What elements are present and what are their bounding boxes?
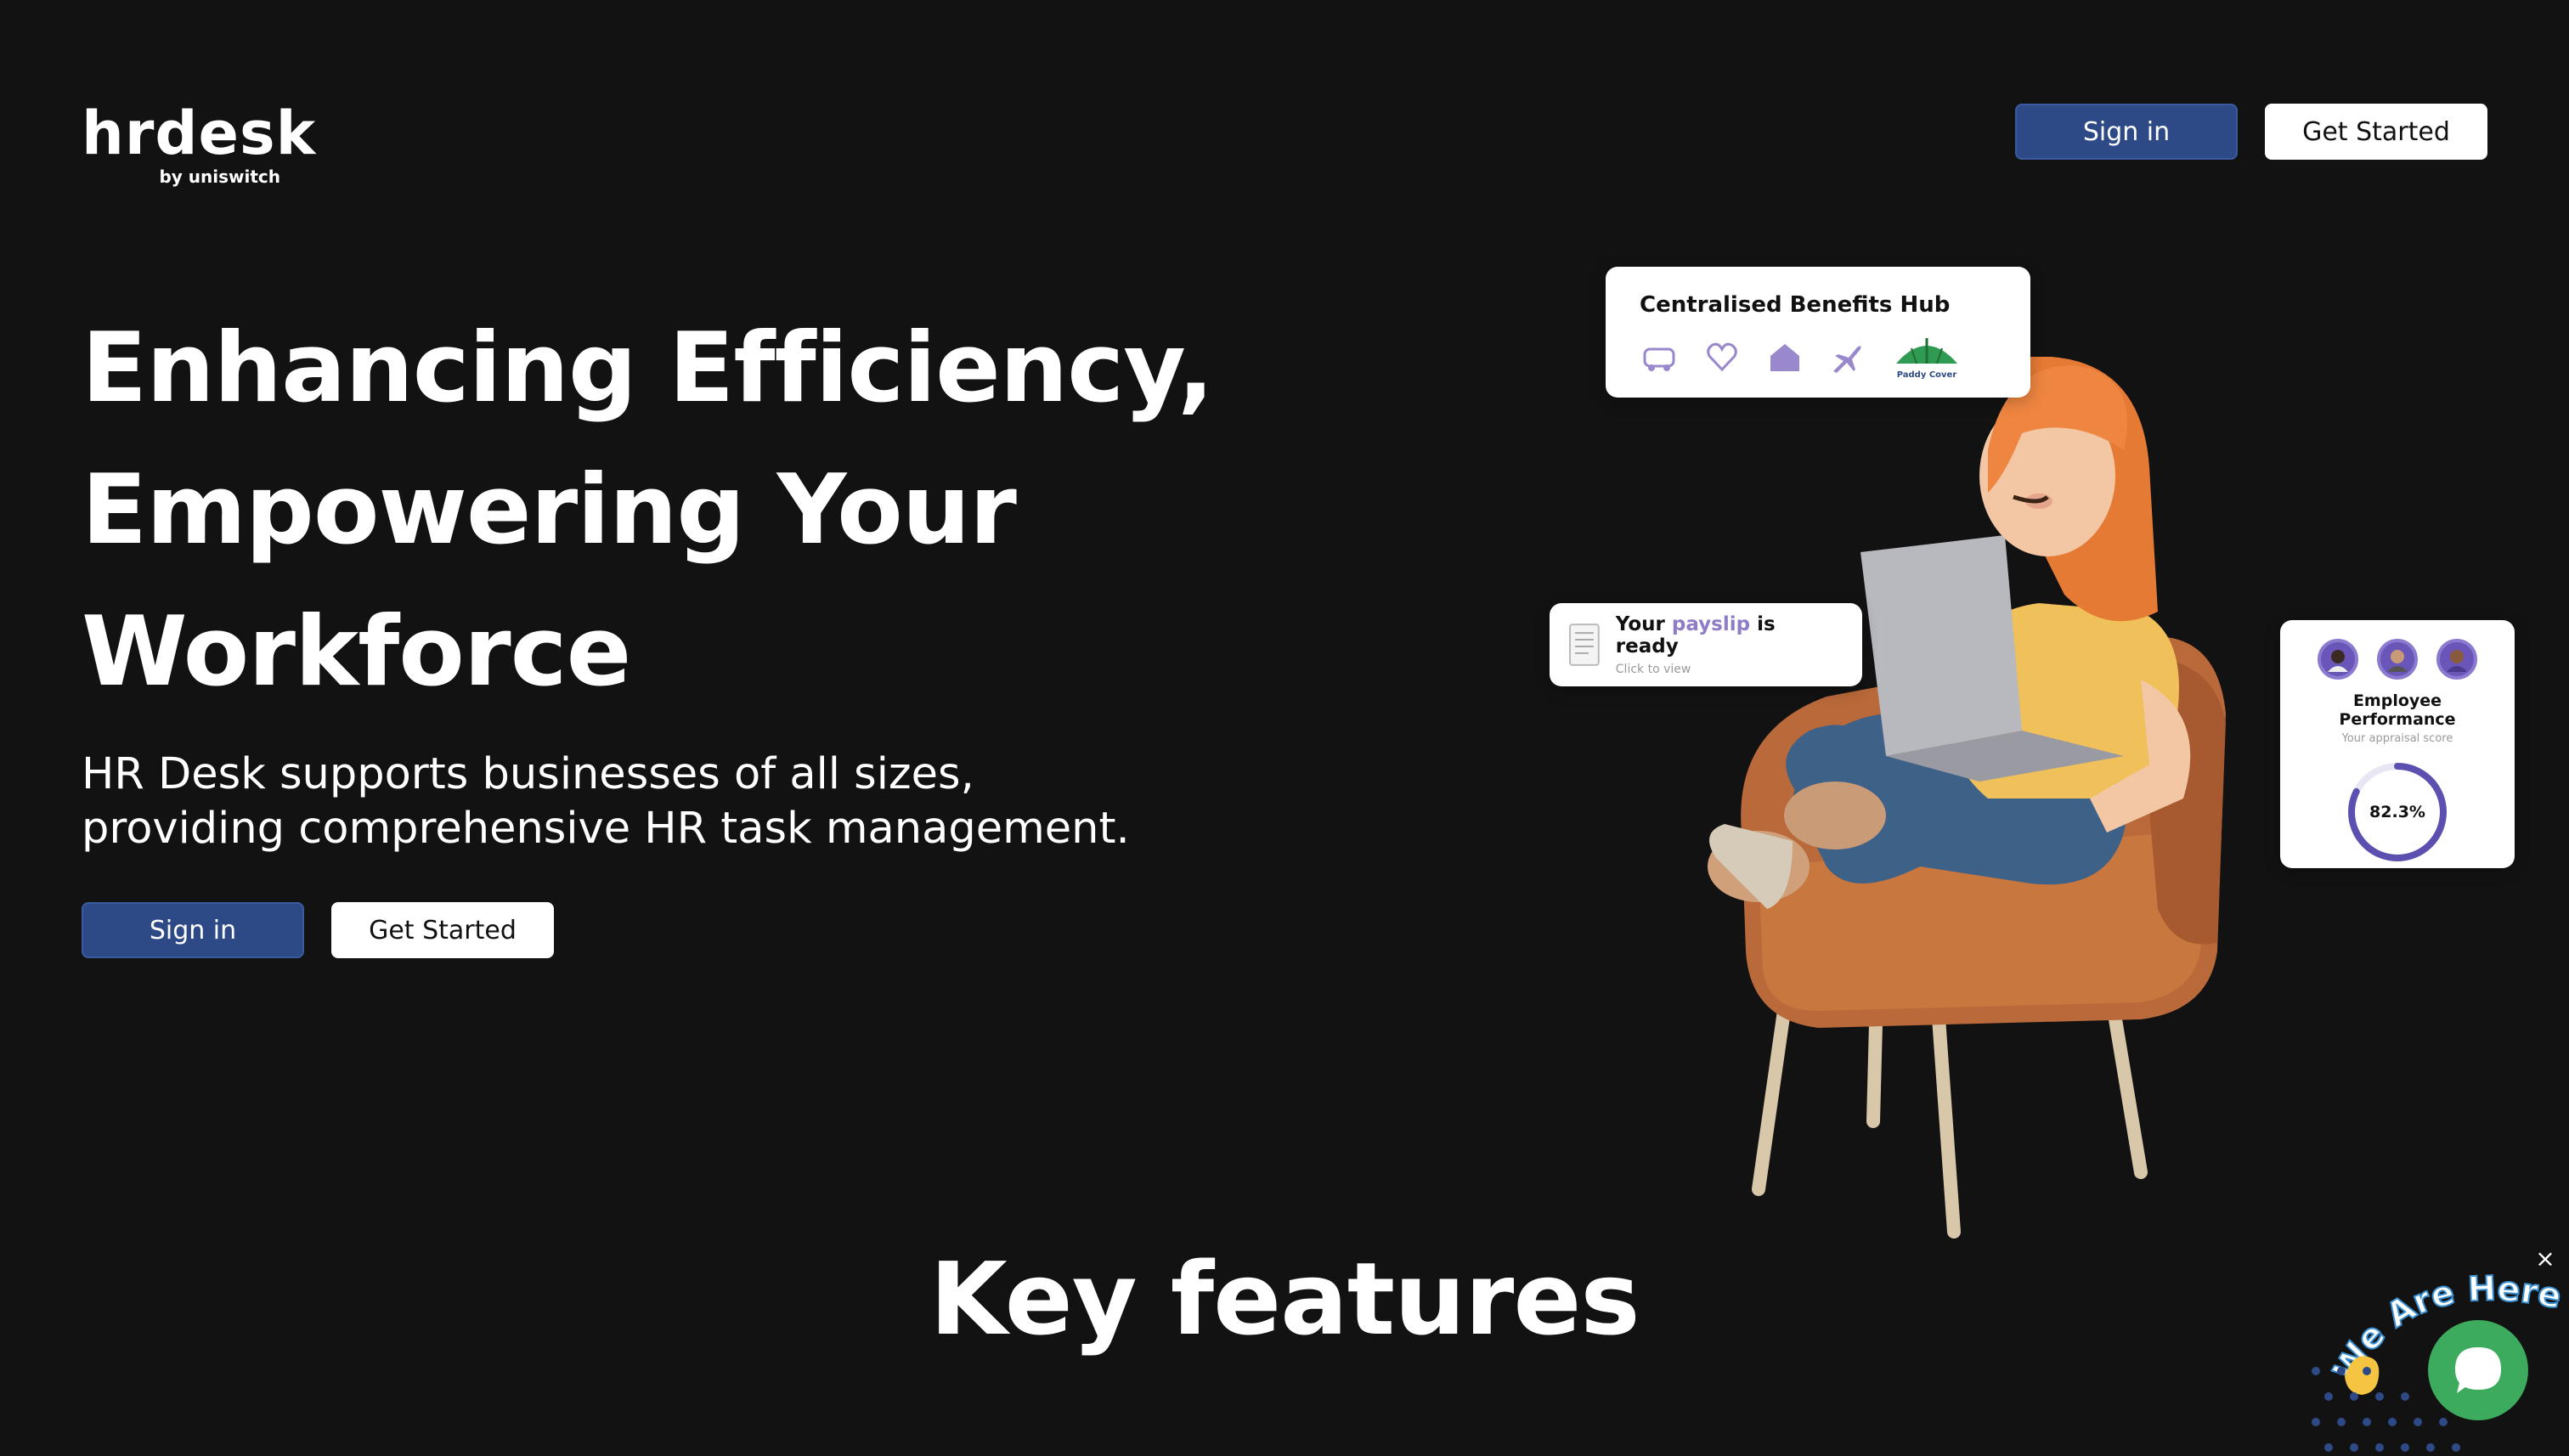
header-get-started-button[interactable]: Get Started — [2265, 104, 2487, 160]
appraisal-gauge: 82.3% — [2342, 757, 2453, 867]
car-icon — [1643, 347, 1675, 371]
document-icon — [1568, 624, 1600, 666]
hero-title-line: Workforce — [82, 595, 631, 708]
payslip-message: Your payslip is ready — [1616, 613, 1843, 657]
hero-subtitle: HR Desk supports businesses of all sizes… — [82, 749, 1130, 854]
benefits-hub-card[interactable]: Centralised Benefits Hub Paddy Cover — [1606, 267, 2030, 398]
benefits-icon-row: Paddy Cover — [1640, 333, 1996, 381]
avatar — [2318, 639, 2358, 680]
svg-text:Paddy Cover: Paddy Cover — [1897, 370, 1957, 380]
avatar — [2377, 639, 2418, 680]
appraisal-score: 82.3% — [2369, 803, 2425, 821]
hero-title-line: Enhancing Efficiency, — [82, 312, 1214, 424]
payslip-hint: Click to view — [1615, 663, 1691, 676]
payslip-prefix: Your — [1615, 613, 1665, 635]
hero-illustration — [1708, 357, 2226, 1239]
hero-get-started-button[interactable]: Get Started — [331, 902, 554, 958]
payslip-card[interactable]: Your payslip is ready Click to view — [1550, 603, 1862, 686]
logo-wordmark: hrdesk — [82, 99, 317, 168]
performance-subtitle: Your appraisal score — [2341, 732, 2453, 745]
hero-sign-in-button[interactable]: Sign in — [82, 902, 304, 958]
airplane-icon — [1833, 346, 1861, 373]
employee-performance-card[interactable]: Employee Performance Your appraisal scor… — [2280, 620, 2515, 868]
header-sign-in-button[interactable]: Sign in — [2015, 104, 2238, 160]
chat-launcher-button[interactable] — [2428, 1320, 2528, 1420]
payslip-accent: payslip — [1671, 613, 1751, 635]
chat-bubble-icon — [2455, 1347, 2501, 1393]
heart-icon — [1707, 342, 1737, 372]
brand-logo[interactable]: hrdesk by uniswitch — [82, 99, 317, 187]
home-icon — [1770, 344, 1799, 371]
key-features-heading: Key features — [929, 1240, 1640, 1357]
hero-title: Enhancing Efficiency, Empowering Your Wo… — [82, 297, 1237, 723]
performance-title: Employee Performance — [2339, 691, 2456, 729]
avatar-group — [2295, 639, 2499, 680]
payslip-text: Your payslip is ready Click to view — [1616, 613, 1843, 676]
logo-tagline: by uniswitch — [159, 166, 280, 187]
benefits-hub-title: Centralised Benefits Hub — [1640, 292, 1951, 318]
hero-title-line: Empowering Your — [82, 454, 1017, 566]
paddy-cover-logo: Paddy Cover — [1896, 338, 1957, 380]
avatar — [2436, 639, 2477, 680]
